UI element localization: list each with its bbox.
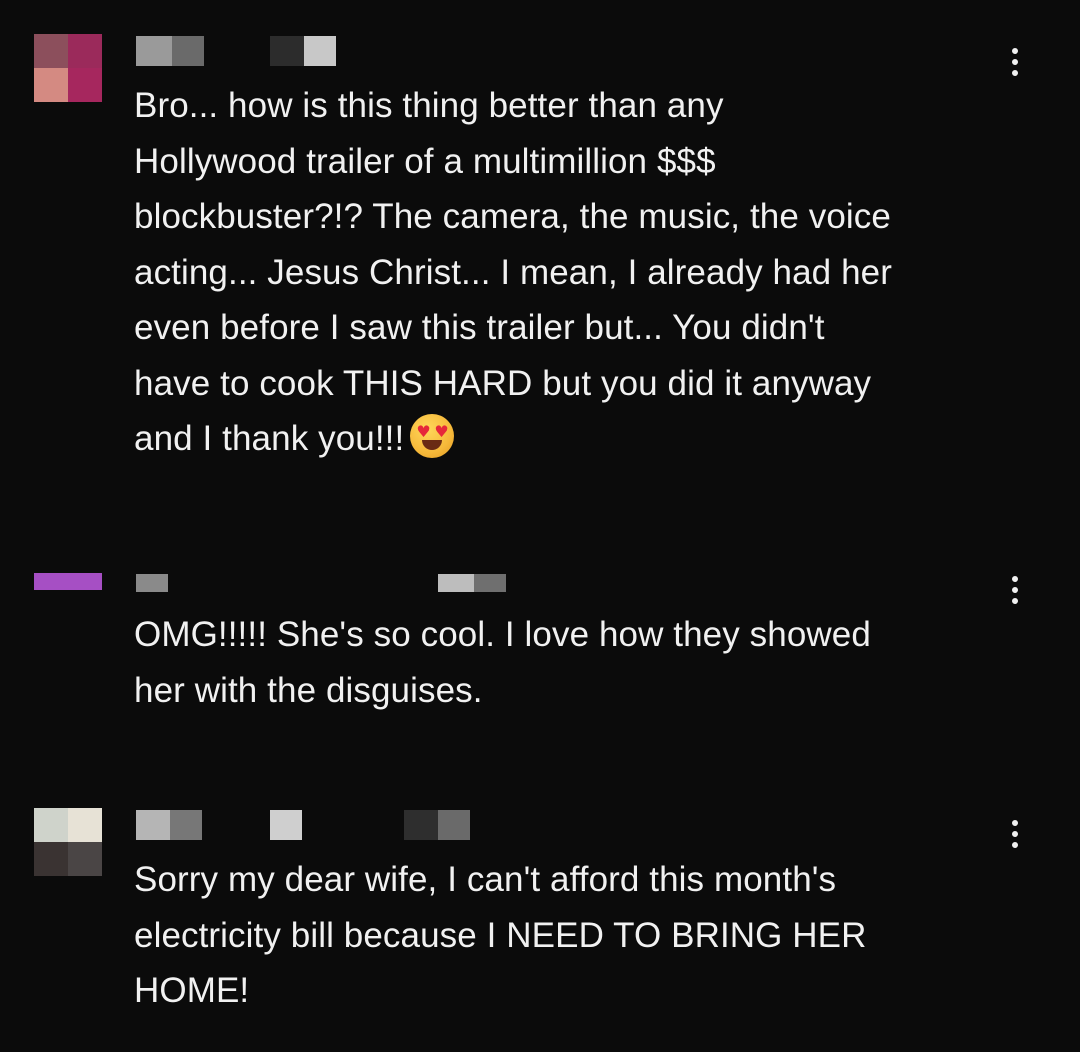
avatar[interactable] [34,573,102,607]
avatar-pixel [34,842,68,876]
vertical-ellipsis-icon [1012,598,1018,604]
avatar-pixel [68,842,102,876]
avatar-pixel [68,68,102,102]
vertical-ellipsis-icon [1012,831,1018,837]
vertical-ellipsis-icon [1012,842,1018,848]
comment-body: Bro... how is this thing better than any… [134,86,892,458]
vertical-ellipsis-icon [1012,59,1018,65]
emoji-mouth [422,440,443,450]
timestamp-redacted [474,574,506,592]
more-options-button[interactable] [1000,42,1030,82]
vertical-ellipsis-icon [1012,576,1018,582]
vertical-ellipsis-icon [1012,48,1018,54]
comment-body: Sorry my dear wife, I can't afford this … [134,860,867,1010]
comment-text: OMG!!!!! She's so cool. I love how they … [134,607,1014,718]
avatar-pixel [34,68,68,102]
timestamp-redacted [438,574,474,592]
avatar[interactable] [34,34,102,102]
author-name-redacted[interactable] [170,810,202,840]
timestamp-redacted [304,36,336,66]
avatar-pixel [34,808,68,842]
avatar[interactable] [34,808,102,876]
heart-icon: ♥ [434,422,449,441]
timestamp-redacted [270,810,302,840]
timestamp-redacted [270,36,304,66]
timestamp-redacted [438,810,470,840]
more-options-button[interactable] [1000,570,1030,610]
avatar-pixel [34,34,68,68]
vertical-ellipsis-icon [1012,70,1018,76]
timestamp-redacted [404,810,438,840]
comment-text: Sorry my dear wife, I can't afford this … [134,852,1014,1019]
vertical-ellipsis-icon [1012,587,1018,593]
author-name-redacted[interactable] [172,36,204,66]
vertical-ellipsis-icon [1012,820,1018,826]
avatar-pixel [34,573,68,590]
author-name-redacted[interactable] [136,810,170,840]
avatar-pixel [68,34,102,68]
more-options-button[interactable] [1000,814,1030,854]
author-name-redacted[interactable] [136,574,168,592]
comment-body: OMG!!!!! She's so cool. I love how they … [134,615,871,710]
author-name-redacted[interactable] [136,36,172,66]
heart-eyes-emoji-icon: ♥ ♥ [410,414,455,458]
avatar-pixel [68,808,102,842]
avatar-pixel [68,573,102,590]
comment-text: Bro... how is this thing better than any… [134,78,1014,467]
heart-icon: ♥ [416,422,431,441]
